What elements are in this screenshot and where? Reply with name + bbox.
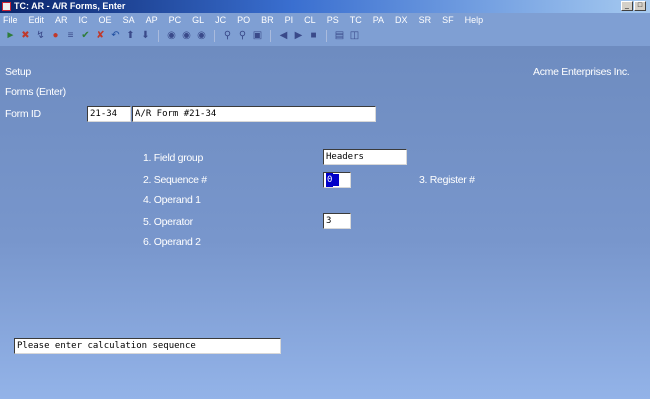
stop-icon[interactable]: ✖ (19, 29, 32, 42)
menu-br[interactable]: BR (261, 15, 274, 25)
menu-bar: File Edit AR IC OE SA AP PC GL JC PO BR … (0, 13, 650, 27)
toolbar-separator (270, 29, 271, 42)
go-icon[interactable]: ► (4, 29, 17, 42)
toolbar-separator (158, 29, 159, 42)
menu-ic[interactable]: IC (79, 15, 88, 25)
menu-gl[interactable]: GL (192, 15, 204, 25)
form-id-label: Form ID (5, 108, 41, 120)
undo-icon[interactable]: ↶ (109, 29, 122, 42)
minimize-button[interactable]: _ (621, 1, 633, 11)
menu-pc[interactable]: PC (169, 15, 182, 25)
circle-icon-2[interactable]: ◉ (180, 29, 193, 42)
app-icon (2, 2, 11, 11)
toolbar-separator (326, 29, 327, 42)
zoom-icon[interactable]: ⚲ (236, 29, 249, 42)
menu-cl[interactable]: CL (304, 15, 316, 25)
sequence-field[interactable]: 0 (323, 172, 351, 188)
menu-sr[interactable]: SR (419, 15, 432, 25)
menu-ar[interactable]: AR (55, 15, 68, 25)
toolbar: ► ✖ ↯ ● ≡ ✔ ✘ ↶ ⬆ ⬇ ◉ ◉ ◉ ⚲ ⚲ ▣ ◀ ▶ ■ ▤ … (0, 27, 650, 44)
down-icon[interactable]: ⬇ (139, 29, 152, 42)
menu-pa[interactable]: PA (373, 15, 384, 25)
register-label: 3. Register # (419, 174, 475, 186)
menu-ps[interactable]: PS (327, 15, 339, 25)
menu-pi[interactable]: PI (285, 15, 294, 25)
title-bar: TC: AR - A/R Forms, Enter _ □ (0, 0, 650, 13)
home-icon[interactable]: ■ (307, 29, 320, 42)
menu-jc[interactable]: JC (215, 15, 226, 25)
module-label: Setup (5, 66, 31, 78)
help-icon[interactable]: ◫ (348, 29, 361, 42)
save-icon[interactable]: ▤ (333, 29, 346, 42)
delete-icon[interactable]: ● (49, 29, 62, 42)
find-icon[interactable]: ⚲ (221, 29, 234, 42)
form-id-field[interactable]: 21-34 (87, 106, 131, 122)
menu-tc[interactable]: TC (350, 15, 362, 25)
menu-ap[interactable]: AP (146, 15, 158, 25)
operator-label: 5. Operator (143, 216, 193, 228)
operand2-label: 6. Operand 2 (143, 236, 201, 248)
menu-dx[interactable]: DX (395, 15, 408, 25)
menu-file[interactable]: File (3, 15, 18, 25)
window-title: TC: AR - A/R Forms, Enter (14, 1, 126, 11)
menu-po[interactable]: PO (237, 15, 250, 25)
menu-help[interactable]: Help (465, 15, 484, 25)
circle-icon-1[interactable]: ◉ (165, 29, 178, 42)
prev-icon[interactable]: ◀ (277, 29, 290, 42)
calc-icon[interactable]: ▣ (251, 29, 264, 42)
toolbar-separator (214, 29, 215, 42)
screen-title: Forms (Enter) (5, 86, 66, 98)
form-area: Setup Acme Enterprises Inc. Forms (Enter… (0, 46, 650, 399)
next-icon[interactable]: ▶ (292, 29, 305, 42)
cancel-icon[interactable]: ✘ (94, 29, 107, 42)
menu-oe[interactable]: OE (99, 15, 112, 25)
text-cursor (333, 173, 340, 186)
operand1-label: 4. Operand 1 (143, 194, 201, 206)
app-window: TC: AR - A/R Forms, Enter _ □ File Edit … (0, 0, 650, 399)
maximize-button[interactable]: □ (634, 1, 646, 11)
operator-field[interactable]: 3 (323, 213, 351, 229)
sequence-value: 0 (326, 173, 334, 187)
form-description-field[interactable]: A/R Form #21-34 (132, 106, 376, 122)
company-name: Acme Enterprises Inc. (533, 66, 630, 78)
print-icon[interactable]: ≡ (64, 29, 77, 42)
menu-sf[interactable]: SF (442, 15, 454, 25)
up-icon[interactable]: ⬆ (124, 29, 137, 42)
window-controls: _ □ (621, 1, 646, 11)
status-message: Please enter calculation sequence (14, 338, 281, 354)
lookup-icon[interactable]: ↯ (34, 29, 47, 42)
field-group-field[interactable]: Headers (323, 149, 407, 165)
sequence-label: 2. Sequence # (143, 174, 207, 186)
menu-sa[interactable]: SA (123, 15, 135, 25)
field-group-label: 1. Field group (143, 152, 204, 164)
circle-icon-3[interactable]: ◉ (195, 29, 208, 42)
check-icon[interactable]: ✔ (79, 29, 92, 42)
menu-edit[interactable]: Edit (29, 15, 45, 25)
